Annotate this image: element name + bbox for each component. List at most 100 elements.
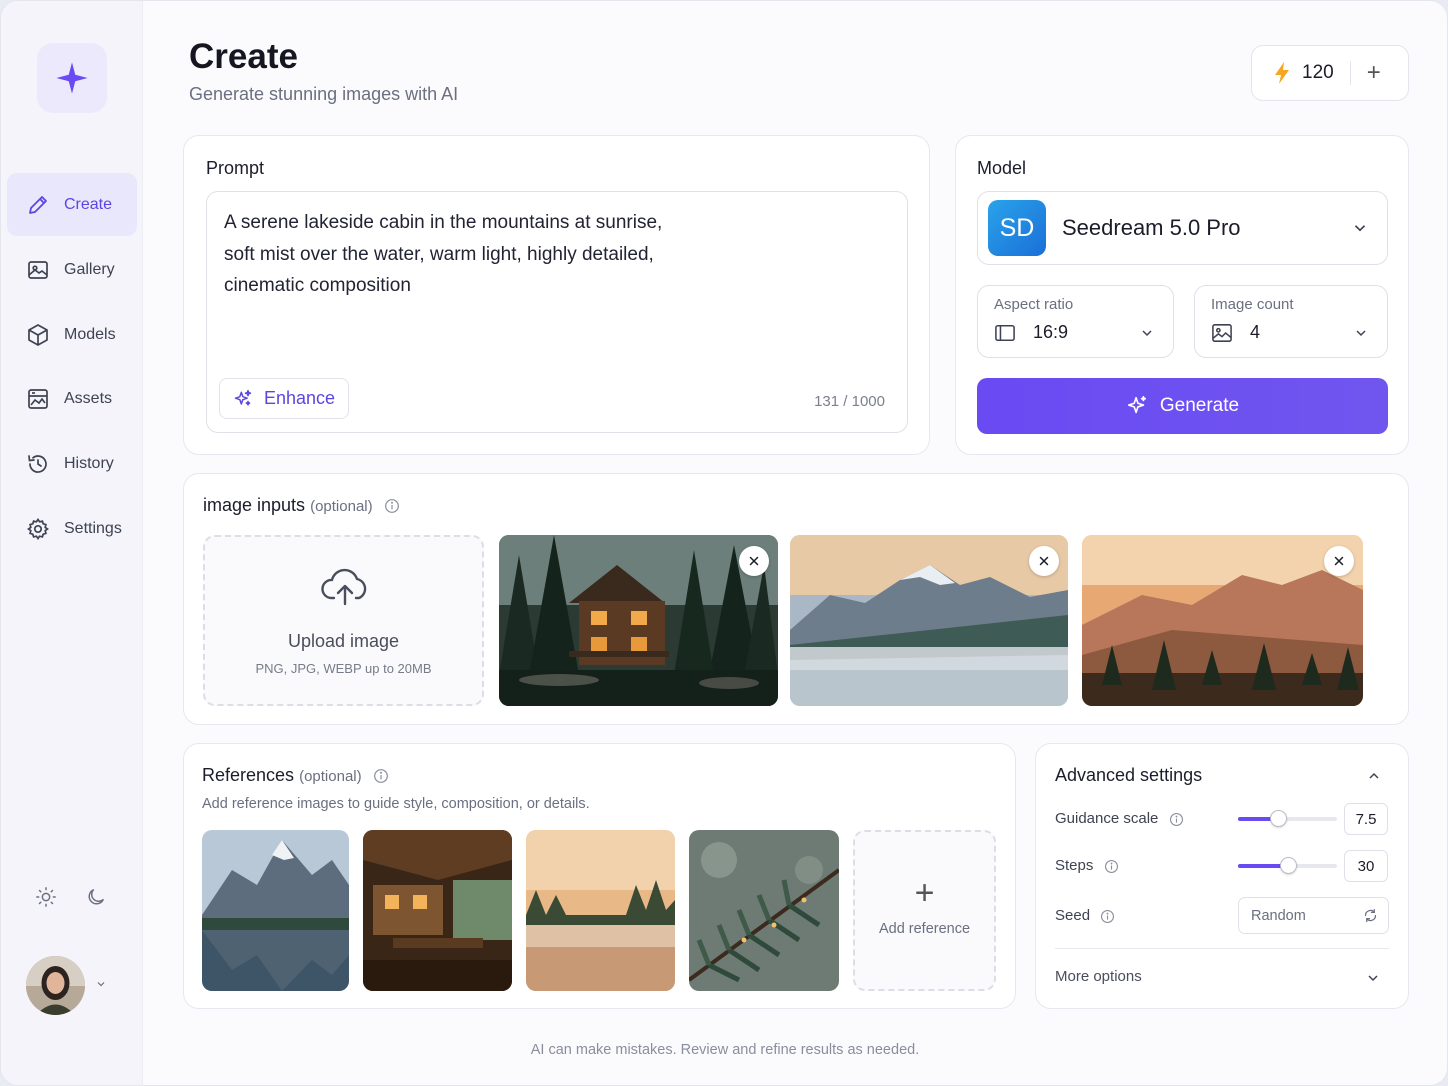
aspect-ratio-label: Aspect ratio: [994, 296, 1074, 313]
chevron-down-icon[interactable]: [1365, 970, 1381, 991]
page-title: Create: [189, 37, 298, 76]
more-options-toggle[interactable]: More options: [1055, 968, 1142, 985]
image-inputs-title-text: image inputs: [203, 495, 306, 515]
chevron-up-icon[interactable]: [1366, 768, 1382, 789]
sidebar-item-assets[interactable]: Assets: [7, 367, 137, 430]
aspect-ratio-select[interactable]: Aspect ratio 16:9: [977, 285, 1174, 358]
optional-hint: (optional): [310, 498, 373, 515]
upload-title: Upload image: [287, 631, 400, 651]
image-count-value: 4: [1250, 322, 1261, 342]
add-reference-button[interactable]: + Add reference: [853, 830, 996, 991]
moon-icon[interactable]: [83, 884, 109, 910]
upload-dropzone[interactable]: Upload image PNG, JPG, WEBP up to 20MB: [203, 535, 484, 706]
sidebar-item-label: Create: [64, 195, 113, 213]
info-icon[interactable]: [373, 768, 389, 784]
prompt-textarea[interactable]: A serene lakeside cabin in the mountains…: [206, 191, 908, 433]
cube-icon: [28, 323, 48, 346]
prompt-text: A serene lakeside cabin in the mountains…: [224, 207, 704, 302]
sidebar: Create Gallery Models Assets History Set…: [1, 1, 143, 1085]
app-window: Create Gallery Models Assets History Set…: [0, 0, 1448, 1086]
references-card: References (optional) Add reference imag…: [183, 743, 1016, 1009]
guidance-scale-value[interactable]: 7.5: [1344, 803, 1388, 835]
steps-text: Steps: [1055, 857, 1094, 874]
theme-toggle: [33, 884, 109, 910]
aspect-ratio-icon: [994, 323, 1016, 348]
divider: [1055, 948, 1389, 949]
input-image-sunset-forest[interactable]: [1082, 535, 1363, 706]
enhance-button[interactable]: Enhance: [219, 378, 349, 419]
remove-image-button[interactable]: [1029, 546, 1059, 576]
pencil-icon: [29, 195, 47, 214]
generate-label: Generate: [1159, 395, 1240, 416]
model-name: Seedream 5.0 Pro: [1062, 215, 1241, 240]
reference-image-misty-lake[interactable]: [526, 830, 675, 991]
history-icon: [28, 454, 47, 473]
remove-image-button[interactable]: [739, 546, 769, 576]
input-image-cabin[interactable]: [499, 535, 778, 706]
guidance-scale-label: Guidance scale: [1055, 810, 1184, 827]
sparkle-logo-icon: [56, 62, 88, 94]
model-select[interactable]: SD Seedream 5.0 Pro: [977, 191, 1388, 265]
image-icon: [1211, 323, 1233, 348]
sidebar-item-create[interactable]: Create: [7, 173, 137, 236]
sidebar-item-settings[interactable]: Settings: [7, 497, 137, 560]
info-icon[interactable]: [1100, 909, 1115, 924]
sidebar-item-label: History: [64, 454, 114, 472]
chevron-down-icon: [1139, 325, 1155, 346]
page-subtitle: Generate stunning images with AI: [189, 84, 459, 104]
app-logo[interactable]: [37, 43, 107, 113]
assets-icon: [28, 388, 48, 409]
enhance-label: Enhance: [264, 388, 336, 408]
steps-value[interactable]: 30: [1344, 850, 1388, 882]
sidebar-item-label: Models: [64, 325, 116, 343]
reference-image-pine-branch[interactable]: [689, 830, 839, 991]
sun-icon[interactable]: [33, 884, 59, 910]
model-card: Model SD Seedream 5.0 Pro Aspect ratio 1…: [955, 135, 1409, 455]
sidebar-item-models[interactable]: Models: [7, 303, 137, 366]
sidebar-item-history[interactable]: History: [7, 432, 137, 495]
advanced-settings-title: Advanced settings: [1055, 765, 1203, 785]
refresh-icon[interactable]: [1363, 908, 1378, 928]
advanced-settings-card: Advanced settings Guidance scale 7.5 Ste…: [1035, 743, 1409, 1009]
prompt-line: A serene lakeside cabin in the mountains…: [224, 212, 663, 233]
seed-value: Random: [1251, 908, 1306, 924]
prompt-line: cinematic composition: [224, 275, 411, 296]
credits-widget: 120 +: [1251, 45, 1409, 101]
guidance-scale-slider[interactable]: [1238, 810, 1337, 827]
upload-hint: PNG, JPG, WEBP up to 20MB: [255, 661, 432, 676]
steps-slider[interactable]: [1238, 857, 1337, 874]
reference-image-mountain-reflection[interactable]: [202, 830, 349, 991]
input-image-mountain-lake[interactable]: [790, 535, 1068, 706]
model-badge: SD: [988, 200, 1046, 256]
sparkles-icon: [234, 389, 252, 406]
image-count-select[interactable]: Image count 4: [1194, 285, 1388, 358]
chevron-down-icon: [1353, 325, 1369, 346]
generate-button[interactable]: Generate: [977, 378, 1388, 434]
model-label: Model: [977, 158, 1027, 178]
avatar[interactable]: [26, 956, 85, 1015]
guidance-scale-text: Guidance scale: [1055, 810, 1159, 827]
sidebar-item-label: Gallery: [64, 260, 115, 278]
sidebar-item-label: Settings: [64, 519, 122, 537]
references-title-text: References: [202, 765, 295, 785]
references-subtitle: Add reference images to guide style, com…: [202, 796, 590, 812]
prompt-label: Prompt: [206, 158, 265, 178]
slider-knob[interactable]: [1270, 810, 1287, 827]
remove-image-button[interactable]: [1324, 546, 1354, 576]
aspect-ratio-value: 16:9: [1033, 322, 1069, 342]
reference-image-porch-interior[interactable]: [363, 830, 512, 991]
chevron-down-icon[interactable]: [95, 977, 107, 995]
sidebar-item-gallery[interactable]: Gallery: [7, 238, 137, 301]
steps-label: Steps: [1055, 857, 1119, 874]
info-icon[interactable]: [384, 498, 400, 514]
seed-input[interactable]: Random: [1238, 897, 1389, 934]
info-icon[interactable]: [1169, 812, 1184, 827]
disclaimer-footer: AI can make mistakes. Review and refine …: [530, 1042, 920, 1058]
divider: [1349, 61, 1351, 85]
chevron-down-icon: [1351, 219, 1369, 242]
optional-hint: (optional): [299, 768, 362, 785]
slider-knob[interactable]: [1280, 857, 1297, 874]
info-icon[interactable]: [1104, 859, 1119, 874]
seed-label: Seed: [1055, 907, 1115, 924]
add-credits-button[interactable]: +: [1367, 61, 1381, 85]
